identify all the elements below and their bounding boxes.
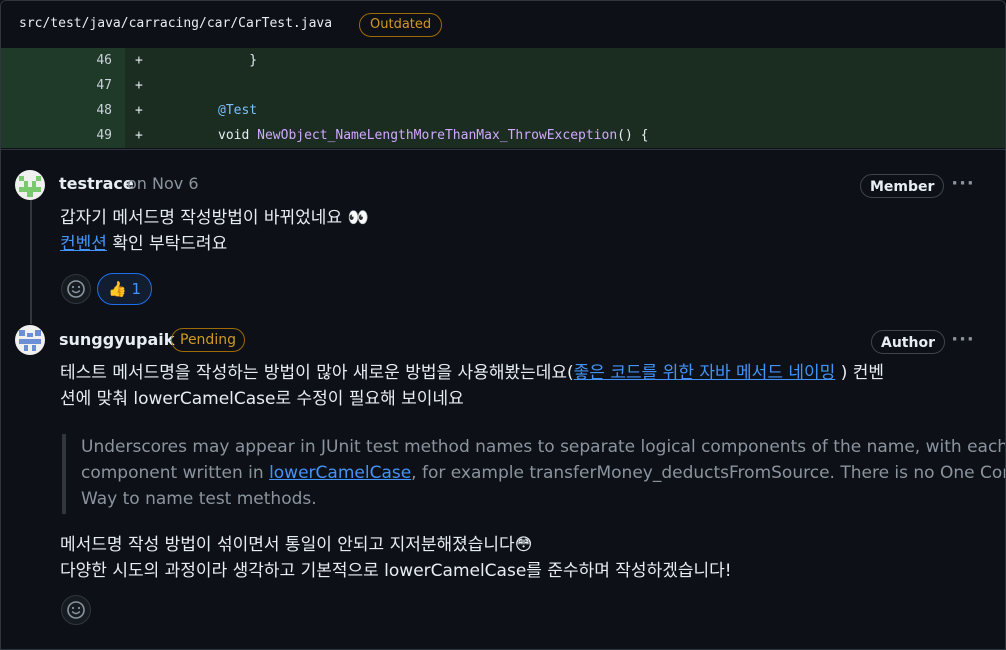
comment-body-line: 다양한 시도의 과정이라 생각하고 기본적으로 lowerCamelCase를 … <box>60 561 732 581</box>
quote-text: component written in <box>81 463 270 483</box>
timeline-line <box>30 190 32 324</box>
line-number[interactable]: 47 <box>1 73 125 98</box>
code-tail: () { <box>617 128 649 143</box>
convention-link[interactable]: 컨벤션 <box>60 234 107 254</box>
quote-text: , for example transferMoney_deductsFromS… <box>411 463 1006 483</box>
avatar[interactable] <box>15 325 45 355</box>
more-options-icon[interactable]: ··· <box>950 174 976 194</box>
diff-code-block: 46 + } 47 + 48 + @Test 49 + void NewObject… <box>1 48 1005 148</box>
diff-line: 49 + void NewObject_NameLengthMoreThanMax… <box>1 123 1005 148</box>
comment-author[interactable]: sunggyupaik <box>59 330 174 349</box>
comment-body-line: 테스트 메서드명을 작성하는 방법이 많아 새로운 방법을 사용해봤는데요(좋은… <box>60 360 884 386</box>
add-reaction-button[interactable] <box>61 274 91 304</box>
blockquote: Underscores may appear in JUnit test met… <box>62 434 1005 514</box>
comment-text: ) 컨벤 <box>835 363 885 383</box>
code-annotation: @Test <box>218 103 258 118</box>
pending-badge: Pending <box>171 328 245 352</box>
thumbs-up-reaction-button[interactable]: 👍 1 <box>97 273 153 305</box>
quote-line: component written in lowerCamelCase, for… <box>81 460 1006 486</box>
file-path-link[interactable]: src/test/java/carracing/car/CarTest.java <box>19 16 332 31</box>
reaction-count: 1 <box>131 280 142 298</box>
member-badge: Member <box>860 174 945 198</box>
diff-plus: + <box>135 103 143 118</box>
diff-plus: + <box>135 78 143 93</box>
outdated-badge: Outdated <box>359 13 443 37</box>
file-header: src/test/java/carracing/car/CarTest.java… <box>1 1 1005 49</box>
line-number[interactable]: 49 <box>1 123 125 148</box>
code-function-name: NewObject_NameLengthMoreThanMax_ThrowExc… <box>257 128 618 143</box>
smiley-icon <box>67 280 85 298</box>
diff-line: 47 + <box>1 73 1005 98</box>
identicon-icon <box>15 325 45 355</box>
comment-text: 확인 부탁드려요 <box>106 234 228 254</box>
comment-body-line: 메서드명 작성 방법이 섞이면서 통일이 안되고 지저분해졌습니다😳 <box>60 535 533 555</box>
thumbs-up-icon: 👍 <box>108 280 127 298</box>
code-text: } <box>218 53 258 68</box>
line-number[interactable]: 48 <box>1 98 125 123</box>
comment-date[interactable]: on Nov 6 <box>127 174 199 193</box>
quote-line: Underscores may appear in JUnit test met… <box>81 437 1006 457</box>
add-reaction-button[interactable] <box>61 595 91 625</box>
diff-plus: + <box>135 128 143 143</box>
code-keyword: void <box>218 128 258 143</box>
review-thread-panel: src/test/java/carracing/car/CarTest.java… <box>0 0 1006 650</box>
smiley-icon <box>67 601 85 619</box>
article-link[interactable]: 좋은 코드를 위한 자바 메서드 네이밍 <box>574 363 836 383</box>
comment-body-line: 션에 맞춰 lowerCamelCase로 수정이 필요해 보이네요 <box>60 389 464 409</box>
diff-line: 46 + } <box>1 48 1005 73</box>
comment-text: 테스트 메서드명을 작성하는 방법이 많아 새로운 방법을 사용해봤는데요( <box>60 363 574 383</box>
line-number[interactable]: 46 <box>1 48 125 73</box>
lowercamelcase-link[interactable]: lowerCamelCase <box>269 463 411 483</box>
comment-thread: testrace on Nov 6 Member ··· 갑자기 메서드명 작성… <box>1 149 1005 649</box>
comment-body-line: 갑자기 메서드명 작성방법이 바뀌었네요 👀 <box>60 208 369 228</box>
avatar[interactable] <box>15 170 45 200</box>
diff-line: 48 + @Test <box>1 98 1005 123</box>
identicon-icon <box>15 170 45 200</box>
diff-plus: + <box>135 53 143 68</box>
quote-line: Way to name test methods. <box>81 489 317 509</box>
more-options-icon[interactable]: ··· <box>950 330 976 350</box>
comment-author[interactable]: testrace <box>59 174 134 193</box>
code-text: void NewObject_NameLengthMoreThanMax_Thr… <box>218 123 648 148</box>
comment-body-line: 컨벤션 확인 부탁드려요 <box>60 231 227 257</box>
author-badge: Author <box>871 330 945 354</box>
